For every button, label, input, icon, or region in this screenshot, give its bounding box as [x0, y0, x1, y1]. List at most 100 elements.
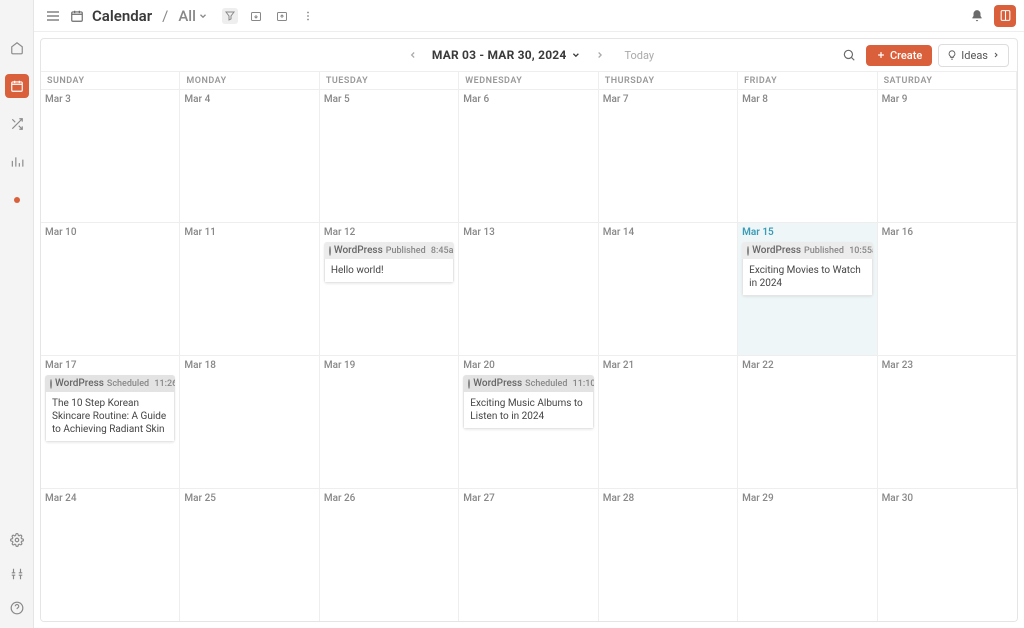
breadcrumb-filter[interactable]: All: [178, 7, 208, 25]
event-card-header: WordPressPublished 10:55a: [742, 242, 872, 259]
calendar-cell[interactable]: Mar 10: [41, 222, 180, 355]
prev-button[interactable]: [404, 46, 422, 64]
calendar-cell[interactable]: Mar 17 WordPressScheduled 11:26aThe 10 St…: [41, 355, 180, 488]
calendar-cell[interactable]: Mar 23: [878, 355, 1017, 488]
search-button[interactable]: [838, 44, 860, 66]
cell-date: Mar 25: [184, 493, 314, 504]
event-card[interactable]: WordPressPublished 8:45aHello world!: [324, 242, 454, 283]
calendar-cell[interactable]: Mar 24: [41, 488, 180, 621]
calendar-cell[interactable]: Mar 7: [599, 89, 738, 222]
cell-date: Mar 12: [324, 227, 454, 238]
event-title: The 10 Step Korean Skincare Routine: A G…: [45, 392, 175, 442]
rail-integrations[interactable]: [5, 562, 29, 586]
cell-date: Mar 5: [324, 94, 454, 105]
event-card[interactable]: WordPressScheduled 11:26aThe 10 Step Kor…: [45, 375, 175, 442]
cell-date: Mar 26: [324, 493, 454, 504]
calendar-cell[interactable]: Mar 3: [41, 89, 180, 222]
calendar-cell[interactable]: Mar 12 WordPressPublished 8:45aHello worl…: [320, 222, 459, 355]
event-time: 8:45a: [429, 246, 454, 256]
event-source: WordPress: [752, 245, 801, 256]
calendar-cell[interactable]: Mar 26: [320, 488, 459, 621]
cell-date: Mar 17: [45, 360, 175, 371]
cell-date: Mar 30: [882, 493, 1013, 504]
import-icon[interactable]: [248, 8, 264, 24]
event-title: Hello world!: [324, 259, 454, 283]
rail-shuffle[interactable]: [5, 112, 29, 136]
rail-dot[interactable]: [5, 188, 29, 212]
cell-date: Mar 10: [45, 227, 175, 238]
event-card-header: WordPressScheduled 11:26a: [45, 375, 175, 392]
date-range[interactable]: MAR 03 - MAR 30, 2024: [432, 48, 581, 62]
rail-calendar[interactable]: [5, 74, 29, 98]
cell-date: Mar 16: [882, 227, 1012, 238]
calendar-cell[interactable]: Mar 25: [180, 488, 319, 621]
event-source: WordPress: [334, 245, 383, 256]
guide-button[interactable]: [994, 5, 1016, 27]
calendar-cell[interactable]: Mar 13: [459, 222, 598, 355]
calendar-cell[interactable]: Mar 9: [878, 89, 1017, 222]
export-icon[interactable]: [274, 8, 290, 24]
dayhead: TUESDAY: [320, 71, 459, 89]
today-button[interactable]: Today: [624, 49, 654, 62]
bulb-icon: [947, 50, 957, 60]
ideas-button[interactable]: Ideas: [938, 44, 1009, 67]
calendar-cell[interactable]: Mar 16: [878, 222, 1017, 355]
menu-button[interactable]: [42, 5, 64, 27]
rail-home[interactable]: [5, 36, 29, 60]
notifications-icon[interactable]: [970, 9, 984, 23]
dayhead: THURSDAY: [599, 71, 738, 89]
calendar-cell[interactable]: Mar 15 WordPressPublished 10:55aExciting …: [738, 222, 877, 355]
calendar-cell[interactable]: Mar 19: [320, 355, 459, 488]
rail-help[interactable]: [5, 596, 29, 620]
rail-settings[interactable]: [5, 528, 29, 552]
calendar-cell[interactable]: Mar 5: [320, 89, 459, 222]
dayhead: SUNDAY: [41, 71, 180, 89]
cell-date: Mar 19: [324, 360, 454, 371]
breadcrumb-title[interactable]: Calendar: [92, 7, 152, 25]
calendar-cell[interactable]: Mar 28: [599, 488, 738, 621]
event-status: Scheduled: [525, 379, 567, 389]
calendar-cell[interactable]: Mar 21: [599, 355, 738, 488]
cell-date: Mar 6: [463, 94, 593, 105]
dayhead: SATURDAY: [878, 71, 1017, 89]
calendar-cell[interactable]: Mar 20 WordPressScheduled 11:10aExciting …: [459, 355, 598, 488]
event-card-header: WordPressScheduled 11:10a: [463, 375, 593, 392]
cell-date: Mar 24: [45, 493, 175, 504]
calendar-cell[interactable]: Mar 22: [738, 355, 877, 488]
wordpress-icon: [468, 379, 470, 389]
breadcrumb-filter-label: All: [178, 7, 196, 25]
calendar-cell[interactable]: Mar 4: [180, 89, 319, 222]
next-button[interactable]: [590, 46, 608, 64]
plus-icon: [876, 50, 886, 60]
calendar-header: MAR 03 - MAR 30, 2024 Today Create: [41, 39, 1017, 71]
chevron-down-icon: [198, 11, 208, 21]
event-card[interactable]: WordPressPublished 10:55aExciting Movies…: [742, 242, 872, 296]
calendar-cell[interactable]: Mar 18: [180, 355, 319, 488]
event-card-header: WordPressPublished 8:45a: [324, 242, 454, 259]
event-time: 11:26a: [152, 379, 175, 389]
calendar-cell[interactable]: Mar 6: [459, 89, 598, 222]
cell-date: Mar 21: [603, 360, 733, 371]
cell-date: Mar 15: [742, 227, 872, 238]
cell-date: Mar 14: [603, 227, 733, 238]
calendar-cell[interactable]: Mar 27: [459, 488, 598, 621]
cell-date: Mar 29: [742, 493, 872, 504]
create-button[interactable]: Create: [866, 45, 932, 66]
cell-date: Mar 8: [742, 94, 872, 105]
calendar-cell[interactable]: Mar 30: [878, 488, 1017, 621]
calendar-cell[interactable]: Mar 11: [180, 222, 319, 355]
calendar-cell[interactable]: Mar 14: [599, 222, 738, 355]
event-status: Scheduled: [107, 379, 149, 389]
nav-rail: [0, 0, 34, 628]
cell-date: Mar 27: [463, 493, 593, 504]
event-card[interactable]: WordPressScheduled 11:10aExciting Music …: [463, 375, 593, 429]
cell-date: Mar 20: [463, 360, 593, 371]
wordpress-icon: [329, 246, 331, 256]
more-icon[interactable]: [300, 8, 316, 24]
rail-analytics[interactable]: [5, 150, 29, 174]
calendar-cell[interactable]: Mar 8: [738, 89, 877, 222]
cell-date: Mar 22: [742, 360, 872, 371]
calendar-cell[interactable]: Mar 29: [738, 488, 877, 621]
filter-icon[interactable]: [222, 8, 238, 24]
cell-date: Mar 9: [882, 94, 1012, 105]
